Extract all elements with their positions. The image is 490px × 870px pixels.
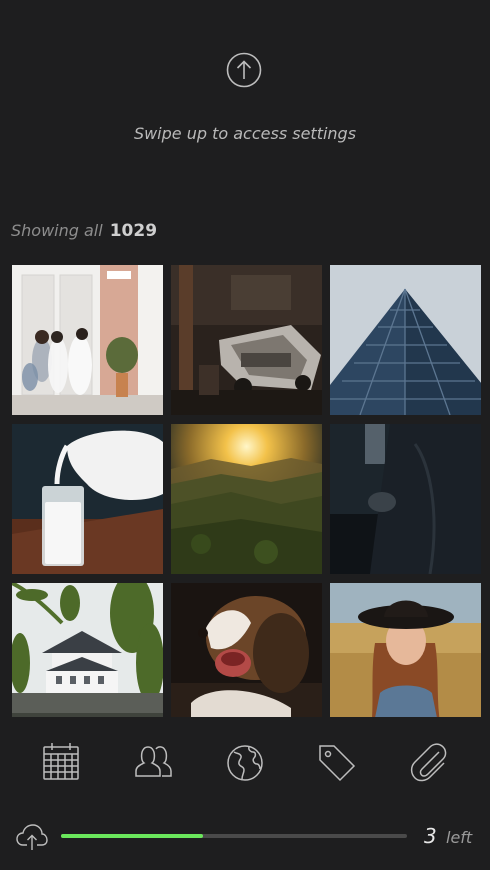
photo-woman-hat[interactable] bbox=[330, 583, 481, 717]
bottom-toolbar bbox=[0, 740, 490, 788]
paperclip-icon[interactable] bbox=[409, 740, 449, 784]
upload-progress-fill bbox=[61, 834, 203, 838]
people-icon[interactable] bbox=[133, 740, 173, 784]
photo-people-walking[interactable] bbox=[12, 265, 163, 415]
photo-abandoned-car[interactable] bbox=[171, 265, 322, 415]
photo-dark-jacket[interactable] bbox=[330, 424, 481, 574]
tag-icon[interactable] bbox=[317, 740, 357, 784]
photo-blue-building[interactable] bbox=[330, 265, 481, 415]
cloud-upload-icon[interactable] bbox=[16, 822, 48, 852]
photo-japanese-castle[interactable] bbox=[12, 583, 163, 717]
photo-grid bbox=[12, 265, 482, 717]
photo-count: 1029 bbox=[109, 221, 158, 241]
showing-label: Showing all bbox=[11, 221, 103, 240]
remaining-count: 3 bbox=[424, 824, 437, 848]
swipe-hint-text: Swipe up to access settings bbox=[133, 124, 357, 143]
remaining-label: left bbox=[446, 828, 473, 847]
swipe-up-icon[interactable] bbox=[226, 52, 262, 88]
calendar-icon[interactable] bbox=[41, 740, 81, 784]
photo-milk-pour[interactable] bbox=[12, 424, 163, 574]
upload-progress-bar bbox=[61, 834, 407, 838]
photo-count-summary: Showing all 1029 bbox=[11, 221, 157, 241]
photo-yawning-puppy[interactable] bbox=[171, 583, 322, 717]
globe-icon[interactable] bbox=[225, 740, 265, 784]
photo-sunset-hills[interactable] bbox=[171, 424, 322, 574]
